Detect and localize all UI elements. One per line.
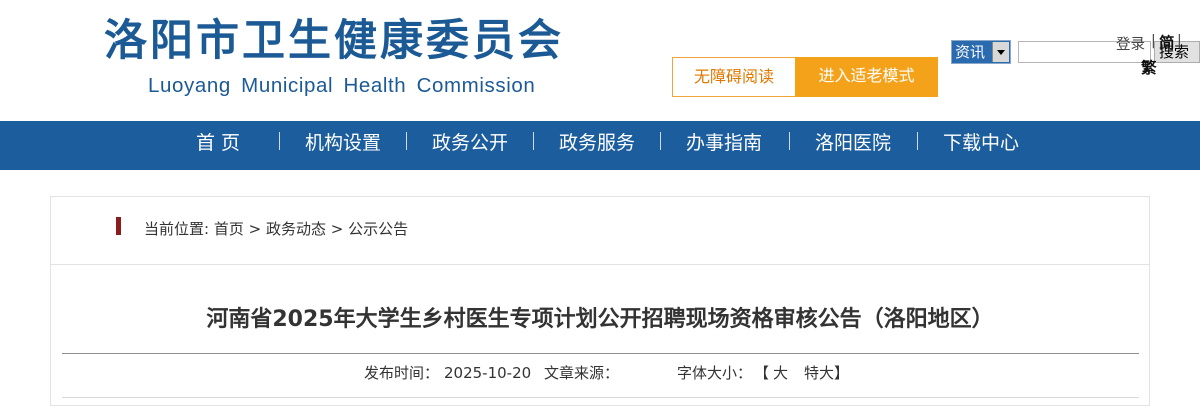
chevron-down-icon[interactable] (992, 42, 1009, 62)
breadcrumb-prefix: 当前位置: (144, 220, 210, 238)
simplified-chinese-link[interactable]: 简 (1159, 31, 1175, 53)
traditional-chinese-link[interactable]: 繁 (1141, 56, 1157, 78)
nav-item-service-guide[interactable]: 办事指南 (686, 121, 762, 170)
breadcrumb-separator: > (248, 220, 262, 238)
login-link[interactable]: 登录 (1116, 33, 1145, 54)
font-size-bracket-open: 【 (754, 364, 770, 382)
title-divider (62, 353, 1139, 354)
font-size-large-link[interactable]: 大 (773, 361, 788, 385)
nav-divider (789, 132, 790, 150)
publish-time-label: 发布时间： (364, 364, 440, 382)
link-separator: | (1177, 33, 1182, 49)
nav-divider (279, 132, 280, 150)
nav-divider (533, 132, 534, 150)
article-title: 河南省2025年大学生乡村医生专项计划公开招聘现场资格审核公告（洛阳地区） (206, 307, 994, 332)
font-size-bracket-close: 】 (834, 364, 850, 382)
breadcrumb-government-news[interactable]: 政务动态 (266, 219, 326, 239)
site-header: 洛阳市卫生健康委员会 Luoyang Municipal Health Comm… (0, 0, 1200, 121)
nav-item-luoyang-hospitals[interactable]: 洛阳医院 (815, 121, 891, 170)
search-category-select[interactable]: 资讯 (951, 40, 1011, 64)
meta-divider (62, 397, 1139, 398)
breadcrumb-announcements[interactable]: 公示公告 (348, 219, 408, 239)
nav-item-downloads[interactable]: 下载中心 (943, 121, 1019, 170)
font-size-label: 字体大小： (677, 364, 753, 382)
site-title[interactable]: 洛阳市卫生健康委员会 (104, 12, 564, 70)
accessibility-reading-button[interactable]: 无障碍阅读 (672, 57, 796, 97)
nav-item-government-affairs-disclosure[interactable]: 政务公开 (432, 121, 508, 170)
breadcrumb-marker (116, 217, 121, 235)
link-separator: | (1151, 33, 1156, 49)
site-title-english[interactable]: Luoyang Municipal Health Commission (148, 72, 535, 100)
breadcrumb: 当前位置: 首页 > 政务动态 > 公示公告 (144, 219, 408, 239)
nav-item-organization[interactable]: 机构设置 (305, 121, 381, 170)
elder-mode-button[interactable]: 进入适老模式 (795, 57, 938, 97)
main-navigation: 首 页 机构设置 政务公开 政务服务 办事指南 洛阳医院 下载中心 (0, 121, 1200, 170)
font-size-extra-large-link[interactable]: 特大 (804, 361, 834, 385)
nav-item-home[interactable]: 首 页 (196, 121, 240, 170)
search-category-value: 资讯 (955, 43, 986, 61)
content-panel: 当前位置: 首页 > 政务动态 > 公示公告 河南省2025年大学生乡村医生专项… (50, 196, 1150, 406)
publish-date: 2025-10-20 (444, 364, 532, 382)
nav-divider (660, 132, 661, 150)
article-source-label: 文章来源： (544, 364, 620, 382)
breadcrumb-home[interactable]: 首页 (214, 219, 244, 239)
nav-divider (917, 132, 918, 150)
breadcrumb-separator: > (330, 220, 344, 238)
breadcrumb-bar: 当前位置: 首页 > 政务动态 > 公示公告 (51, 197, 1149, 265)
nav-item-government-services[interactable]: 政务服务 (559, 121, 635, 170)
article-meta: 发布时间： 2025-10-20 文章来源： 字体大小： 【 大 特大 】 (51, 361, 1149, 385)
nav-divider (406, 132, 407, 150)
